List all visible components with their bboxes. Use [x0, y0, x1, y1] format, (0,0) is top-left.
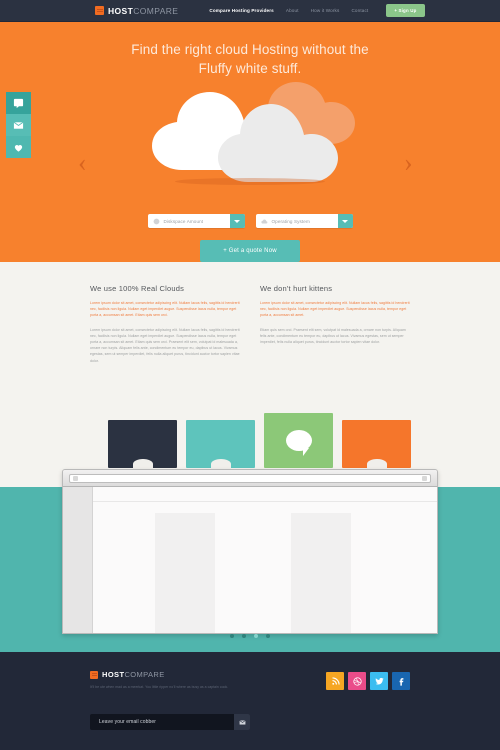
browser-page-sidebar: [63, 487, 93, 633]
carousel-dot-1[interactable]: [230, 634, 234, 638]
content-section: We use 100% Real Clouds Lorem ipsum dolo…: [0, 262, 500, 417]
top-navbar: HOSTCOMPARE Compare Hosting Providers Ab…: [0, 0, 500, 22]
cloud-illustration: [0, 82, 500, 185]
diskspace-select-label: Diskspace Amount: [163, 218, 204, 224]
logo-mark-icon: [90, 670, 98, 679]
hero-title-line1: Find the right cloud Hosting without the: [131, 42, 369, 57]
browser-mockup: [62, 469, 438, 634]
page-divider: [93, 501, 437, 502]
dribbble-icon[interactable]: [348, 672, 366, 690]
card-notch: [210, 459, 231, 469]
cloud-gray: [218, 104, 338, 182]
cloud-shadow: [175, 178, 325, 185]
logo-mark-icon: [95, 6, 104, 15]
card-notch: [366, 459, 387, 469]
nav-item-about[interactable]: About: [286, 8, 299, 13]
showcase-card-dark: [108, 420, 177, 469]
rss-icon[interactable]: [326, 672, 344, 690]
footer-social-links: [326, 672, 410, 690]
hero-section: Find the right cloud Hosting without the…: [0, 22, 500, 262]
sign-up-button[interactable]: + Sign Up: [386, 4, 425, 17]
showcase-card-orange: [342, 420, 411, 469]
page-content-block: [291, 513, 351, 633]
column-heading: We don't hurt kittens: [260, 284, 333, 293]
browser-page-main: [93, 487, 437, 633]
content-column-clouds: We use 100% Real Clouds Lorem ipsum dolo…: [90, 284, 240, 417]
carousel-prev-arrow[interactable]: ‹: [78, 150, 87, 176]
email-input[interactable]: [99, 719, 234, 725]
site-logo[interactable]: HOSTCOMPARE: [95, 6, 178, 16]
carousel-dot-4[interactable]: [266, 634, 270, 638]
logo-text: HOSTCOMPARE: [108, 6, 178, 16]
get-quote-button[interactable]: + Get a quote Now: [200, 240, 300, 262]
footer-logo-text: HOSTCOMPARE: [102, 670, 165, 679]
browser-viewport: [63, 487, 437, 633]
chevron-down-icon[interactable]: [229, 214, 245, 228]
disk-icon: [153, 218, 160, 225]
showcase-cards: [0, 413, 500, 477]
logo-light: COMPARE: [133, 5, 179, 16]
footer-logo-bold: HOST: [102, 670, 125, 679]
nav-item-how-it-works[interactable]: How it Works: [311, 8, 340, 13]
page-content-block: [155, 513, 215, 633]
browser-url-input[interactable]: [69, 473, 431, 483]
os-select[interactable]: Operating System: [255, 214, 353, 228]
hero-title-line2: Fluffy white stuff.: [198, 61, 302, 76]
chevron-down-icon[interactable]: [337, 214, 353, 228]
hero-title: Find the right cloud Hosting without the…: [0, 22, 500, 78]
twitter-icon[interactable]: [370, 672, 388, 690]
showcase-card-teal: [186, 420, 255, 469]
nav-links: Compare Hosting Providers About How it W…: [209, 8, 368, 13]
column-body-text: Lorem ipsum dolor sit amet, consectetur …: [90, 327, 240, 363]
nav-item-contact[interactable]: Contact: [351, 8, 368, 13]
newsletter-form: [90, 714, 250, 730]
cloud-icon: [260, 218, 268, 225]
email-submit-button[interactable]: [234, 714, 250, 730]
carousel-next-arrow[interactable]: ›: [404, 150, 413, 176]
globe-icon: [73, 475, 78, 481]
os-select-label: Operating System: [271, 218, 310, 224]
logo-bold: HOST: [108, 5, 134, 16]
nav-item-compare-hosting[interactable]: Compare Hosting Providers: [209, 8, 274, 13]
bookmark-icon[interactable]: [422, 475, 427, 481]
column-lead-text: Lorem ipsum dolor sit amet, consectetur …: [260, 301, 410, 318]
showcase-section: [0, 413, 500, 652]
column-heading: We use 100% Real Clouds: [90, 284, 185, 293]
diskspace-select[interactable]: Diskspace Amount: [147, 214, 245, 228]
showcase-card-green: [264, 413, 333, 468]
speech-bubble-icon: [285, 430, 312, 456]
content-column-kittens: We don't hurt kittens Lorem ipsum dolor …: [260, 284, 410, 417]
footer: HOSTCOMPARE It'll be ute when mad as a m…: [0, 652, 500, 750]
column-lead-text: Lorem ipsum dolor sit amet, consectetur …: [90, 301, 240, 318]
footer-logo-light: COMPARE: [124, 670, 165, 679]
card-notch: [132, 459, 153, 469]
carousel-dot-2[interactable]: [242, 634, 246, 638]
facebook-icon[interactable]: [392, 672, 410, 690]
column-body-text: Etiam quis sem orci. Praesent elit sem, …: [260, 327, 406, 345]
carousel-dot-3[interactable]: [254, 634, 258, 638]
search-controls: Diskspace Amount Operating System: [0, 214, 500, 228]
browser-toolbar: [63, 470, 437, 487]
carousel-dots: [0, 634, 500, 638]
